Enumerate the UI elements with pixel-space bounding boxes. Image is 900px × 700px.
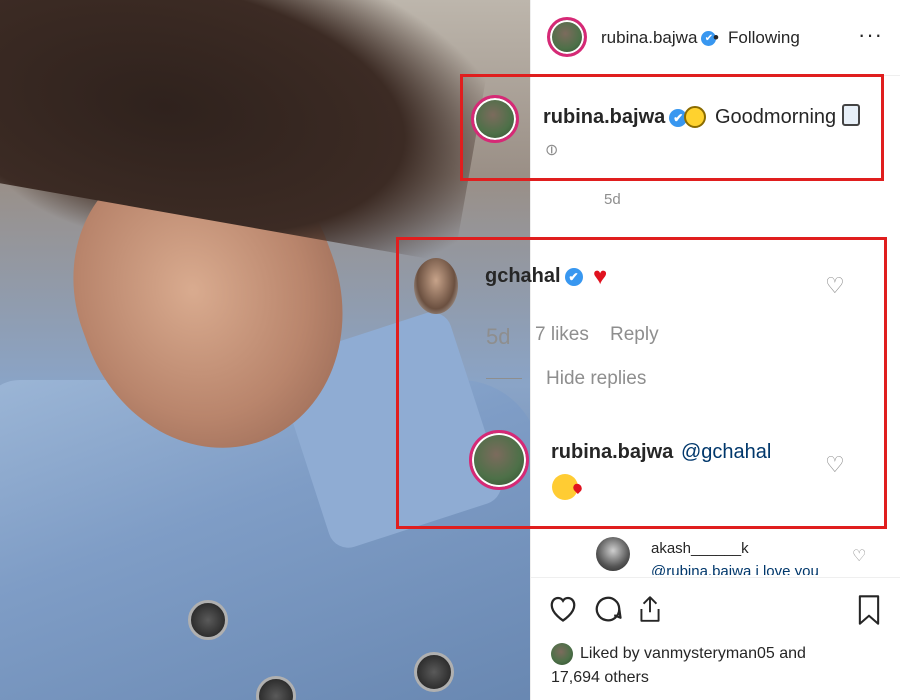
another-commenter-username[interactable]: akash______k: [651, 540, 749, 557]
share-icon[interactable]: [637, 594, 663, 624]
another-commenter-avatar[interactable]: [596, 537, 630, 571]
highlight-box-comment: [396, 237, 887, 529]
like-icon[interactable]: [548, 594, 578, 622]
liked-by-text[interactable]: Liked by vanmysteryman05 and: [580, 645, 806, 663]
another-comment-text: @rubina.bajwa i love you: [651, 563, 819, 575]
jacket-button: [414, 652, 454, 692]
likes-count[interactable]: 17,694 others: [551, 669, 649, 687]
photo-hair: [0, 0, 499, 264]
actions-divider: [530, 577, 900, 578]
following-button[interactable]: Following: [728, 28, 800, 48]
liked-by-avatar[interactable]: [551, 643, 573, 665]
post-header: rubina.bajwa ✔ • Following ···: [531, 0, 900, 76]
author-username[interactable]: rubina.bajwa ✔: [601, 28, 717, 48]
more-options-icon[interactable]: ···: [858, 22, 883, 48]
another-comment-like-icon[interactable]: ♡: [852, 546, 866, 566]
comment-icon[interactable]: [593, 594, 623, 624]
jacket-button: [188, 600, 228, 640]
save-icon[interactable]: [857, 594, 881, 626]
separator-dot: •: [713, 28, 719, 47]
highlight-box-caption: [460, 74, 884, 181]
caption-timestamp[interactable]: 5d: [604, 191, 621, 208]
author-avatar[interactable]: [547, 17, 587, 57]
